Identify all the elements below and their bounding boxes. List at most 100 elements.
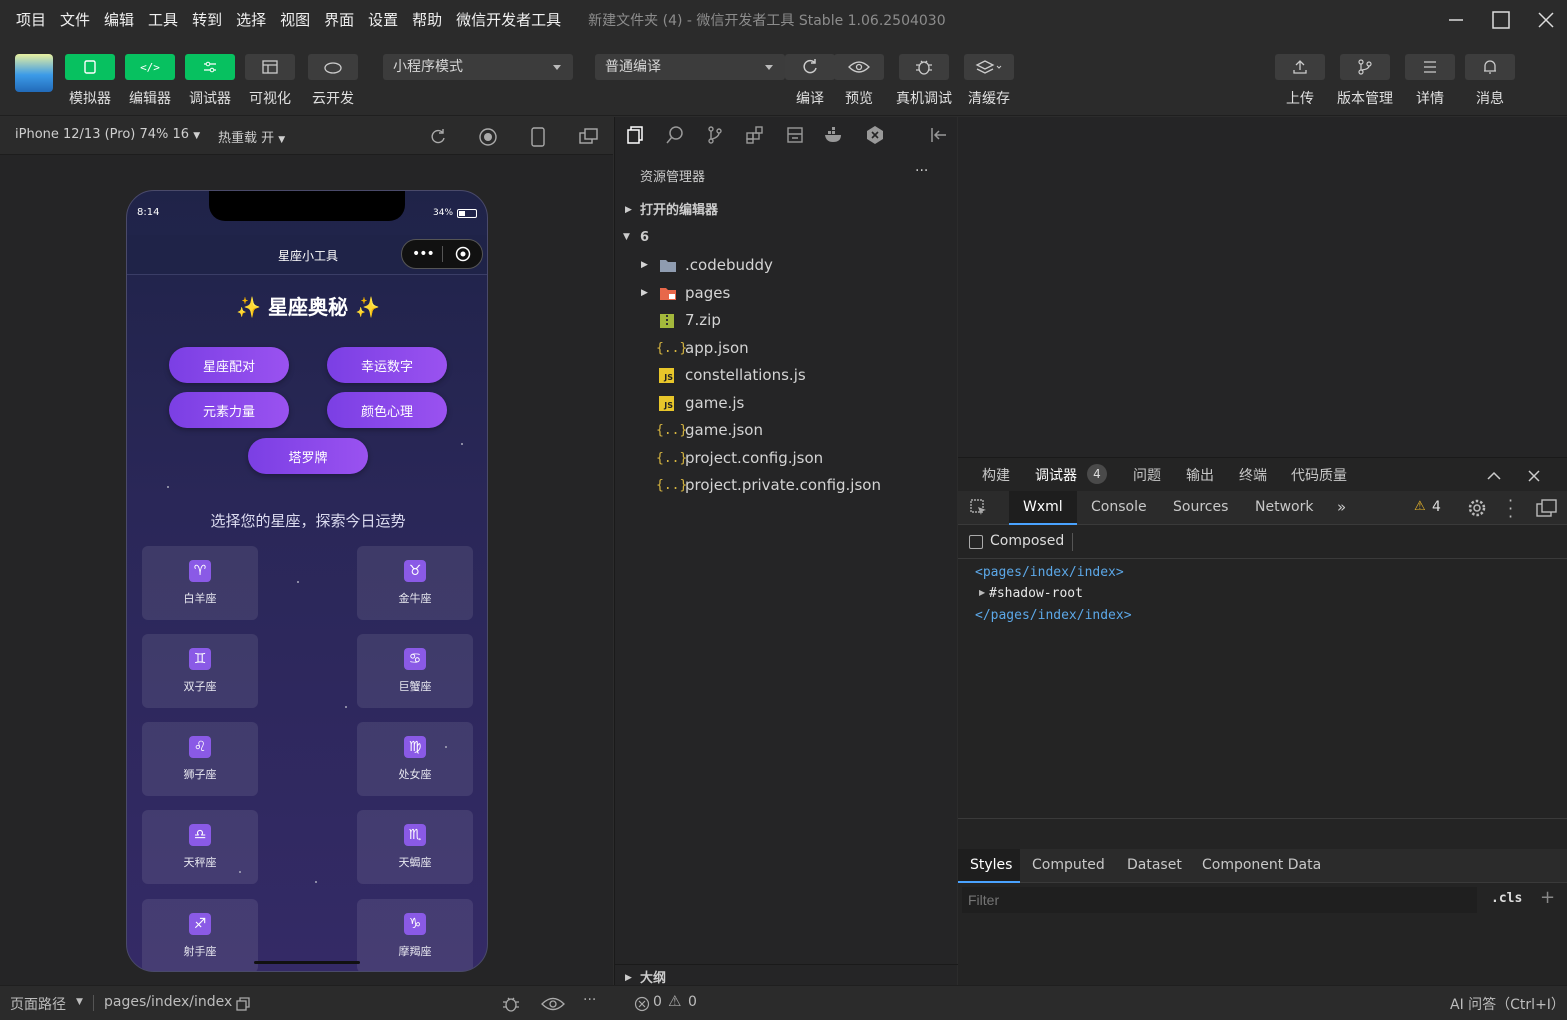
tab-build[interactable]: 构建	[982, 465, 1010, 485]
menu-file[interactable]: 文件	[53, 0, 97, 40]
clear-cache-button[interactable]	[964, 54, 1014, 80]
copy-icon[interactable]	[235, 996, 251, 1012]
tarot-button[interactable]: 塔罗牌	[248, 438, 368, 474]
chevron-right-icon[interactable]: ▶	[979, 588, 985, 597]
close-icon[interactable]	[1526, 468, 1542, 484]
project-section[interactable]: ▼ 6	[615, 224, 958, 251]
tree-item[interactable]: {..} app.json	[615, 335, 958, 362]
tab-styles[interactable]: Styles	[958, 849, 1020, 883]
sign-card-sagittarius[interactable]: ♐ 射手座	[142, 899, 258, 971]
error-count[interactable]: 0	[653, 994, 662, 1010]
tree-item[interactable]: {..} game.json	[615, 417, 958, 444]
tab-dataset[interactable]: Dataset	[1127, 857, 1182, 873]
inspect-icon[interactable]	[970, 499, 988, 517]
lucky-number-button[interactable]: 幸运数字	[327, 347, 447, 383]
tab-code-quality[interactable]: 代码质量	[1291, 465, 1347, 485]
cloud-button[interactable]	[308, 54, 358, 80]
menu-settings[interactable]: 设置	[361, 0, 405, 40]
ai-assistant[interactable]: AI 问答（Ctrl+I）	[1450, 994, 1565, 1014]
details-button[interactable]	[1405, 54, 1455, 80]
sign-card-capricorn[interactable]: ♑ 摩羯座	[357, 899, 473, 971]
tree-item[interactable]: {..} project.private.config.json	[615, 472, 958, 499]
sign-card-cancer[interactable]: ♋ 巨蟹座	[357, 634, 473, 708]
page-path-label[interactable]: 页面路径	[10, 994, 66, 1014]
rotate-icon[interactable]	[428, 127, 448, 147]
extensions-icon[interactable]	[745, 125, 765, 145]
tab-problems[interactable]: 问题	[1133, 465, 1161, 485]
messages-button[interactable]	[1465, 54, 1515, 80]
tree-item[interactable]: ▶ pages	[615, 280, 958, 307]
editor-toggle[interactable]: </>	[125, 54, 175, 80]
stop-icon[interactable]	[478, 127, 498, 147]
preview-button[interactable]	[834, 54, 884, 80]
tab-component-data[interactable]: Component Data	[1202, 857, 1321, 873]
more-icon[interactable]: •••	[412, 246, 442, 262]
composed-checkbox[interactable]	[969, 535, 983, 549]
compile-button[interactable]	[785, 54, 835, 80]
menu-goto[interactable]: 转到	[185, 0, 229, 40]
menu-edit[interactable]: 编辑	[97, 0, 141, 40]
sign-card-leo[interactable]: ♌ 狮子座	[142, 722, 258, 796]
sign-card-libra[interactable]: ♎ 天秤座	[142, 810, 258, 884]
maximize-button[interactable]	[1486, 6, 1516, 34]
phone-icon[interactable]	[530, 126, 546, 148]
menu-devtools[interactable]: 微信开发者工具	[449, 0, 568, 40]
docker-icon[interactable]	[823, 125, 845, 145]
search-icon[interactable]	[665, 125, 685, 145]
more-tabs-icon[interactable]: »	[1337, 498, 1346, 516]
match-button[interactable]: 星座配对	[169, 347, 289, 383]
minimize-button[interactable]	[1441, 6, 1471, 34]
sign-card-gemini[interactable]: ♊ 双子座	[142, 634, 258, 708]
tab-output[interactable]: 输出	[1186, 465, 1214, 485]
menu-project[interactable]: 项目	[9, 0, 53, 40]
tab-sources[interactable]: Sources	[1173, 499, 1228, 515]
dock-icon[interactable]	[1536, 499, 1558, 517]
menu-select[interactable]: 选择	[229, 0, 273, 40]
hotreload-select[interactable]: 热重载 开 ▼	[218, 127, 285, 146]
close-app-icon[interactable]	[455, 246, 471, 262]
tab-network[interactable]: Network	[1255, 499, 1313, 515]
more-icon[interactable]: ···	[583, 992, 596, 1008]
cls-toggle[interactable]: .cls	[1491, 891, 1522, 906]
warning-count[interactable]: 4	[1432, 499, 1441, 515]
chevron-up-icon[interactable]	[1486, 468, 1502, 484]
mode-select[interactable]: 小程序模式	[383, 54, 573, 80]
element-button[interactable]: 元素力量	[169, 392, 289, 428]
sign-card-scorpio[interactable]: ♏ 天蝎座	[357, 810, 473, 884]
collapse-panel-icon[interactable]	[929, 125, 949, 145]
wxml-shadow-root[interactable]: #shadow-root	[989, 586, 1083, 601]
eye-icon[interactable]	[541, 996, 565, 1012]
source-control-icon[interactable]	[705, 125, 725, 145]
open-editors-section[interactable]: ▶ 打开的编辑器	[615, 197, 958, 224]
files-icon[interactable]	[625, 125, 645, 145]
capsule-menu[interactable]: •••	[401, 239, 483, 269]
wxml-open-tag[interactable]: <pages/index/index>	[975, 565, 1124, 580]
menu-interface[interactable]: 界面	[317, 0, 361, 40]
phone-simulator[interactable]: 8:14 34% 星座小工具 ••• ✨ 星座奥秘 ✨ 星座配对 幸运数字 元素…	[126, 190, 488, 972]
avatar[interactable]	[15, 54, 53, 92]
color-button[interactable]: 颜色心理	[327, 392, 447, 428]
bug-icon[interactable]	[500, 994, 522, 1014]
device-select[interactable]: iPhone 12/13 (Pro) 74% 16 ▼	[15, 127, 200, 142]
close-window-button[interactable]	[1531, 6, 1561, 34]
tab-terminal[interactable]: 终端	[1239, 465, 1267, 485]
tab-computed[interactable]: Computed	[1032, 857, 1105, 873]
menu-view[interactable]: 视图	[273, 0, 317, 40]
real-debug-button[interactable]	[899, 54, 949, 80]
menu-tools[interactable]: 工具	[141, 0, 185, 40]
sign-card-taurus[interactable]: ♉ 金牛座	[357, 546, 473, 620]
menu-help[interactable]: 帮助	[405, 0, 449, 40]
warning-count[interactable]: 0	[688, 994, 697, 1010]
wxml-close-tag[interactable]: </pages/index/index>	[975, 608, 1132, 623]
kebab-menu-icon[interactable]: · · ·	[1508, 493, 1514, 525]
chevron-down-icon[interactable]: ▼	[76, 997, 83, 1007]
sign-card-aries[interactable]: ♈ 白羊座	[142, 546, 258, 620]
more-icon[interactable]: ···	[915, 163, 928, 179]
styles-filter-input[interactable]	[962, 887, 1477, 913]
tree-item[interactable]: 7.zip	[615, 307, 958, 334]
tab-console[interactable]: Console	[1091, 499, 1147, 515]
tree-item[interactable]: {..} project.config.json	[615, 445, 958, 472]
debugger-toggle[interactable]	[185, 54, 235, 80]
compile-select[interactable]: 普通编译	[595, 54, 785, 80]
tab-wxml[interactable]: Wxml	[1009, 491, 1077, 525]
